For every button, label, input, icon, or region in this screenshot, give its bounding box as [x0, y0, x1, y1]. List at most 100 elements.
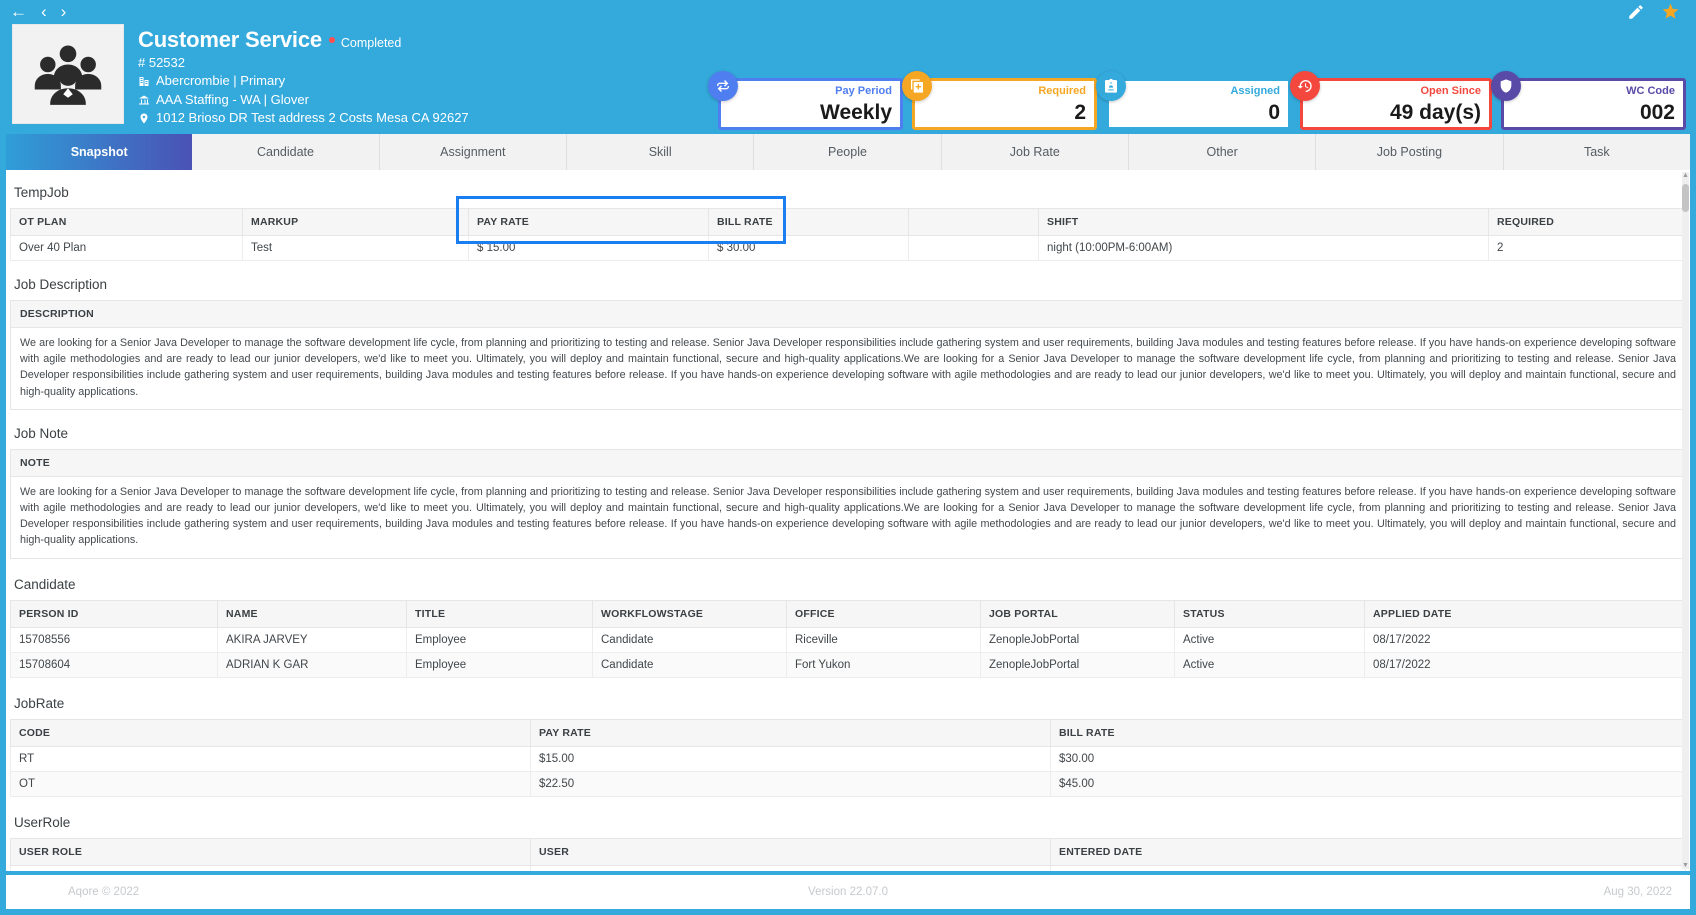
footer-date: Aug 30, 2022 — [1603, 886, 1672, 898]
table-row[interactable]: OT $22.50 $45.00 — [10, 770, 1686, 797]
job-note-section-title: Job Note — [14, 425, 69, 441]
kpi-card-row: Pay Period Weekly Required 2 Assigned 0 — [708, 71, 1686, 130]
kpi-value: 2 — [1074, 100, 1086, 124]
tab-job-rate[interactable]: Job Rate — [941, 134, 1129, 170]
cell-pay-rate: $22.50 — [530, 770, 1051, 797]
record-header-info: Customer Service Completed # 52532 Aberc… — [138, 24, 469, 134]
record-id: # 52532 — [138, 54, 185, 70]
kpi-card-required[interactable]: Required 2 — [902, 71, 1097, 130]
location-pin-icon — [138, 112, 150, 125]
cell-person-id: 15708556 — [10, 626, 218, 653]
column-header-applied-date: APPLIED DATE — [1364, 599, 1686, 628]
status-dot-icon — [328, 37, 335, 44]
column-header-shift: SHIFT — [1038, 208, 1489, 236]
column-header-required: REQUIRED — [1488, 208, 1686, 236]
column-header-code: CODE — [10, 718, 531, 747]
tab-job-posting[interactable]: Job Posting — [1316, 134, 1504, 170]
userrole-section-title: UserRole — [14, 814, 71, 830]
application-window: ← ‹ › Customer Service Completed # 52532… — [0, 0, 1696, 915]
record-header: Customer Service Completed # 52532 Aberc… — [0, 22, 1696, 134]
cell-bill-rate: $30.00 — [1050, 745, 1686, 772]
cell-code: OT — [10, 770, 531, 797]
tab-people[interactable]: People — [754, 134, 942, 170]
footer-bar: Aqore © 2022 Version 22.07.0 Aug 30, 202… — [6, 871, 1690, 909]
candidate-table: PERSON ID NAME TITLE WORKFLOWSTAGE OFFIC… — [10, 599, 1686, 678]
cell-office: Riceville — [786, 626, 981, 653]
avatar — [12, 24, 124, 124]
cell-applied-date: 08/17/2022 — [1364, 651, 1686, 678]
swap-arrows-icon — [708, 71, 738, 101]
id-badge-icon — [1096, 71, 1126, 101]
kpi-label: WC Code — [1626, 85, 1675, 97]
shield-icon — [1491, 71, 1521, 101]
job-description-column-header: DESCRIPTION — [10, 300, 1686, 328]
kpi-value: Weekly — [820, 100, 892, 124]
kpi-label: Pay Period — [835, 85, 892, 97]
scrollbar-thumb[interactable] — [1682, 184, 1689, 212]
column-header-pay-rate: PAY RATE — [468, 208, 709, 236]
column-header-pay-rate: PAY RATE — [530, 718, 1051, 747]
snapshot-content-panel: TempJob OT PLAN MARKUP PAY RATE BILL RAT… — [6, 170, 1690, 871]
navigation-arrows: ← ‹ › — [10, 3, 66, 20]
cell-title: Employee — [406, 651, 593, 678]
column-header-spacer — [908, 208, 1039, 236]
column-header-user: USER — [530, 837, 1051, 866]
cell-shift: night (10:00PM-6:00AM) — [1038, 235, 1489, 261]
tab-candidate[interactable]: Candidate — [192, 134, 380, 170]
previous-arrow-icon[interactable]: ‹ — [41, 3, 47, 20]
star-icon[interactable] — [1661, 2, 1680, 21]
tempjob-section-title: TempJob — [14, 185, 69, 200]
topbar-actions — [1627, 2, 1680, 21]
branch-line: AAA Staffing - WA | Glover — [138, 92, 469, 108]
tab-snapshot[interactable]: Snapshot — [6, 134, 193, 170]
footer-version: Version 22.07.0 — [808, 886, 888, 898]
people-group-icon — [34, 45, 102, 105]
table-header-row: USER ROLE USER ENTERED DATE — [10, 837, 1686, 866]
scroll-up-arrow-icon[interactable]: ▲ — [1682, 172, 1689, 179]
table-row[interactable]: RT $15.00 $30.00 — [10, 745, 1686, 772]
cell-required: 2 — [1488, 235, 1686, 261]
kpi-value: 002 — [1639, 100, 1675, 124]
tab-task[interactable]: Task — [1503, 134, 1690, 170]
cell-name: AKIRA JARVEY — [217, 626, 407, 653]
table-row[interactable]: 15708556 AKIRA JARVEY Employee Candidate… — [10, 626, 1686, 653]
column-header-entered-date: ENTERED DATE — [1050, 837, 1686, 866]
tab-bar: Snapshot Candidate Assignment Skill Peop… — [6, 134, 1690, 170]
candidate-section-title: Candidate — [14, 576, 76, 592]
column-header-markup: MARKUP — [242, 208, 469, 236]
kpi-label: Assigned — [1230, 85, 1280, 97]
kpi-card-open-since[interactable]: Open Since 49 day(s) — [1290, 71, 1492, 130]
kpi-card-assigned[interactable]: Assigned 0 — [1096, 71, 1291, 130]
cell-name: ADRIAN K GAR — [217, 651, 407, 678]
back-arrow-icon[interactable]: ← — [10, 3, 27, 20]
column-header-job-portal: JOB PORTAL — [980, 599, 1175, 628]
next-arrow-icon[interactable]: › — [61, 3, 67, 20]
cell-status: Active — [1174, 651, 1365, 678]
job-description-text: We are looking for a Senior Java Develop… — [10, 328, 1686, 410]
tab-other[interactable]: Other — [1128, 134, 1317, 170]
vertical-scrollbar[interactable]: ▲ ▼ — [1682, 172, 1689, 869]
column-header-bill-rate: BILL RATE — [1050, 718, 1686, 747]
column-header-office: OFFICE — [786, 599, 981, 628]
column-header-name: NAME — [217, 599, 407, 628]
kpi-card-pay-period[interactable]: Pay Period Weekly — [708, 71, 903, 130]
cell-workflowstage: Candidate — [592, 626, 787, 653]
cell-pay-rate: $ 15.00 — [468, 235, 709, 261]
cell-ot-plan: Over 40 Plan — [10, 235, 243, 261]
column-header-user-role: USER ROLE — [10, 837, 531, 866]
scroll-down-arrow-icon[interactable]: ▼ — [1682, 862, 1689, 869]
cell-pay-rate: $15.00 — [530, 745, 1051, 772]
clock-history-icon — [1290, 71, 1320, 101]
userrole-table: USER ROLE USER ENTERED DATE Entered By S… — [10, 837, 1686, 871]
copy-plus-icon — [902, 71, 932, 101]
tab-assignment[interactable]: Assignment — [379, 134, 567, 170]
tab-skill[interactable]: Skill — [566, 134, 755, 170]
table-header-row: OT PLAN MARKUP PAY RATE BILL RATE SHIFT … — [10, 208, 1686, 236]
kpi-card-wc-code[interactable]: WC Code 002 — [1491, 71, 1686, 130]
page-title: Customer Service — [138, 27, 322, 52]
pencil-icon[interactable] — [1627, 3, 1645, 21]
table-row[interactable]: 15708604 ADRIAN K GAR Employee Candidate… — [10, 651, 1686, 678]
cell-spacer — [908, 235, 1039, 261]
table-row[interactable]: Over 40 Plan Test $ 15.00 $ 30.00 night … — [10, 235, 1686, 261]
record-id-line: # 52532 — [138, 54, 469, 71]
